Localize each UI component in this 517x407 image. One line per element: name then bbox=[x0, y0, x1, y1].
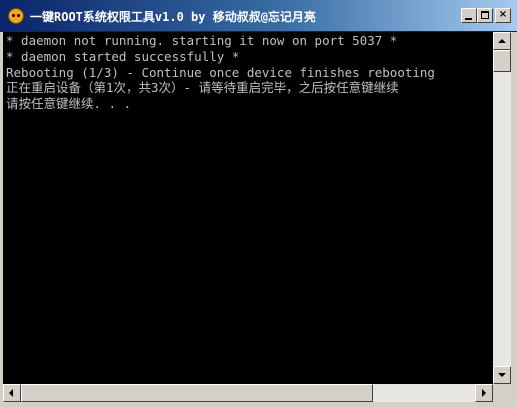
horizontal-scroll-thumb[interactable] bbox=[21, 384, 373, 402]
window-frame-right bbox=[511, 32, 517, 407]
vertical-scrollbar[interactable] bbox=[493, 32, 511, 384]
window-frame-bottom bbox=[0, 402, 517, 407]
title-bar[interactable]: 一键ROOT系统权限工具v1.0 by 移动叔叔@忘记月亮 × bbox=[0, 0, 517, 32]
smiley-app-icon[interactable] bbox=[8, 8, 24, 24]
window-title: 一键ROOT系统权限工具v1.0 by 移动叔叔@忘记月亮 bbox=[30, 10, 316, 24]
vertical-scroll-thumb[interactable] bbox=[493, 50, 511, 72]
arrow-down-icon bbox=[498, 373, 506, 377]
arrow-up-icon bbox=[498, 39, 506, 43]
minimize-button[interactable] bbox=[461, 8, 477, 23]
scroll-down-button[interactable] bbox=[493, 366, 511, 384]
maximize-icon bbox=[481, 11, 489, 19]
console-line: Rebooting (1/3) - Continue once device f… bbox=[6, 65, 435, 80]
horizontal-scrollbar[interactable] bbox=[3, 384, 493, 402]
arrow-left-icon bbox=[9, 389, 13, 397]
arrow-right-icon bbox=[482, 389, 486, 397]
console-line: * daemon started successfully * bbox=[6, 49, 240, 64]
scroll-right-button[interactable] bbox=[475, 384, 493, 402]
scrollbar-corner bbox=[493, 384, 511, 402]
close-button[interactable]: × bbox=[495, 8, 511, 23]
scroll-up-button[interactable] bbox=[493, 32, 511, 50]
console-line: * daemon not running. starting it now on… bbox=[6, 33, 398, 48]
close-icon: × bbox=[498, 9, 508, 20]
console-window: 一键ROOT系统权限工具v1.0 by 移动叔叔@忘记月亮 × * daemon… bbox=[0, 0, 517, 407]
minimize-icon bbox=[465, 18, 472, 20]
console-output[interactable]: * daemon not running. starting it now on… bbox=[3, 32, 493, 384]
console-line: 请按任意键继续. . . bbox=[6, 96, 132, 111]
console-line: 正在重启设备（第1次，共3次）- 请等待重启完毕，之后按任意键继续 bbox=[6, 80, 399, 95]
maximize-button[interactable] bbox=[477, 8, 493, 23]
scroll-left-button[interactable] bbox=[3, 384, 21, 402]
